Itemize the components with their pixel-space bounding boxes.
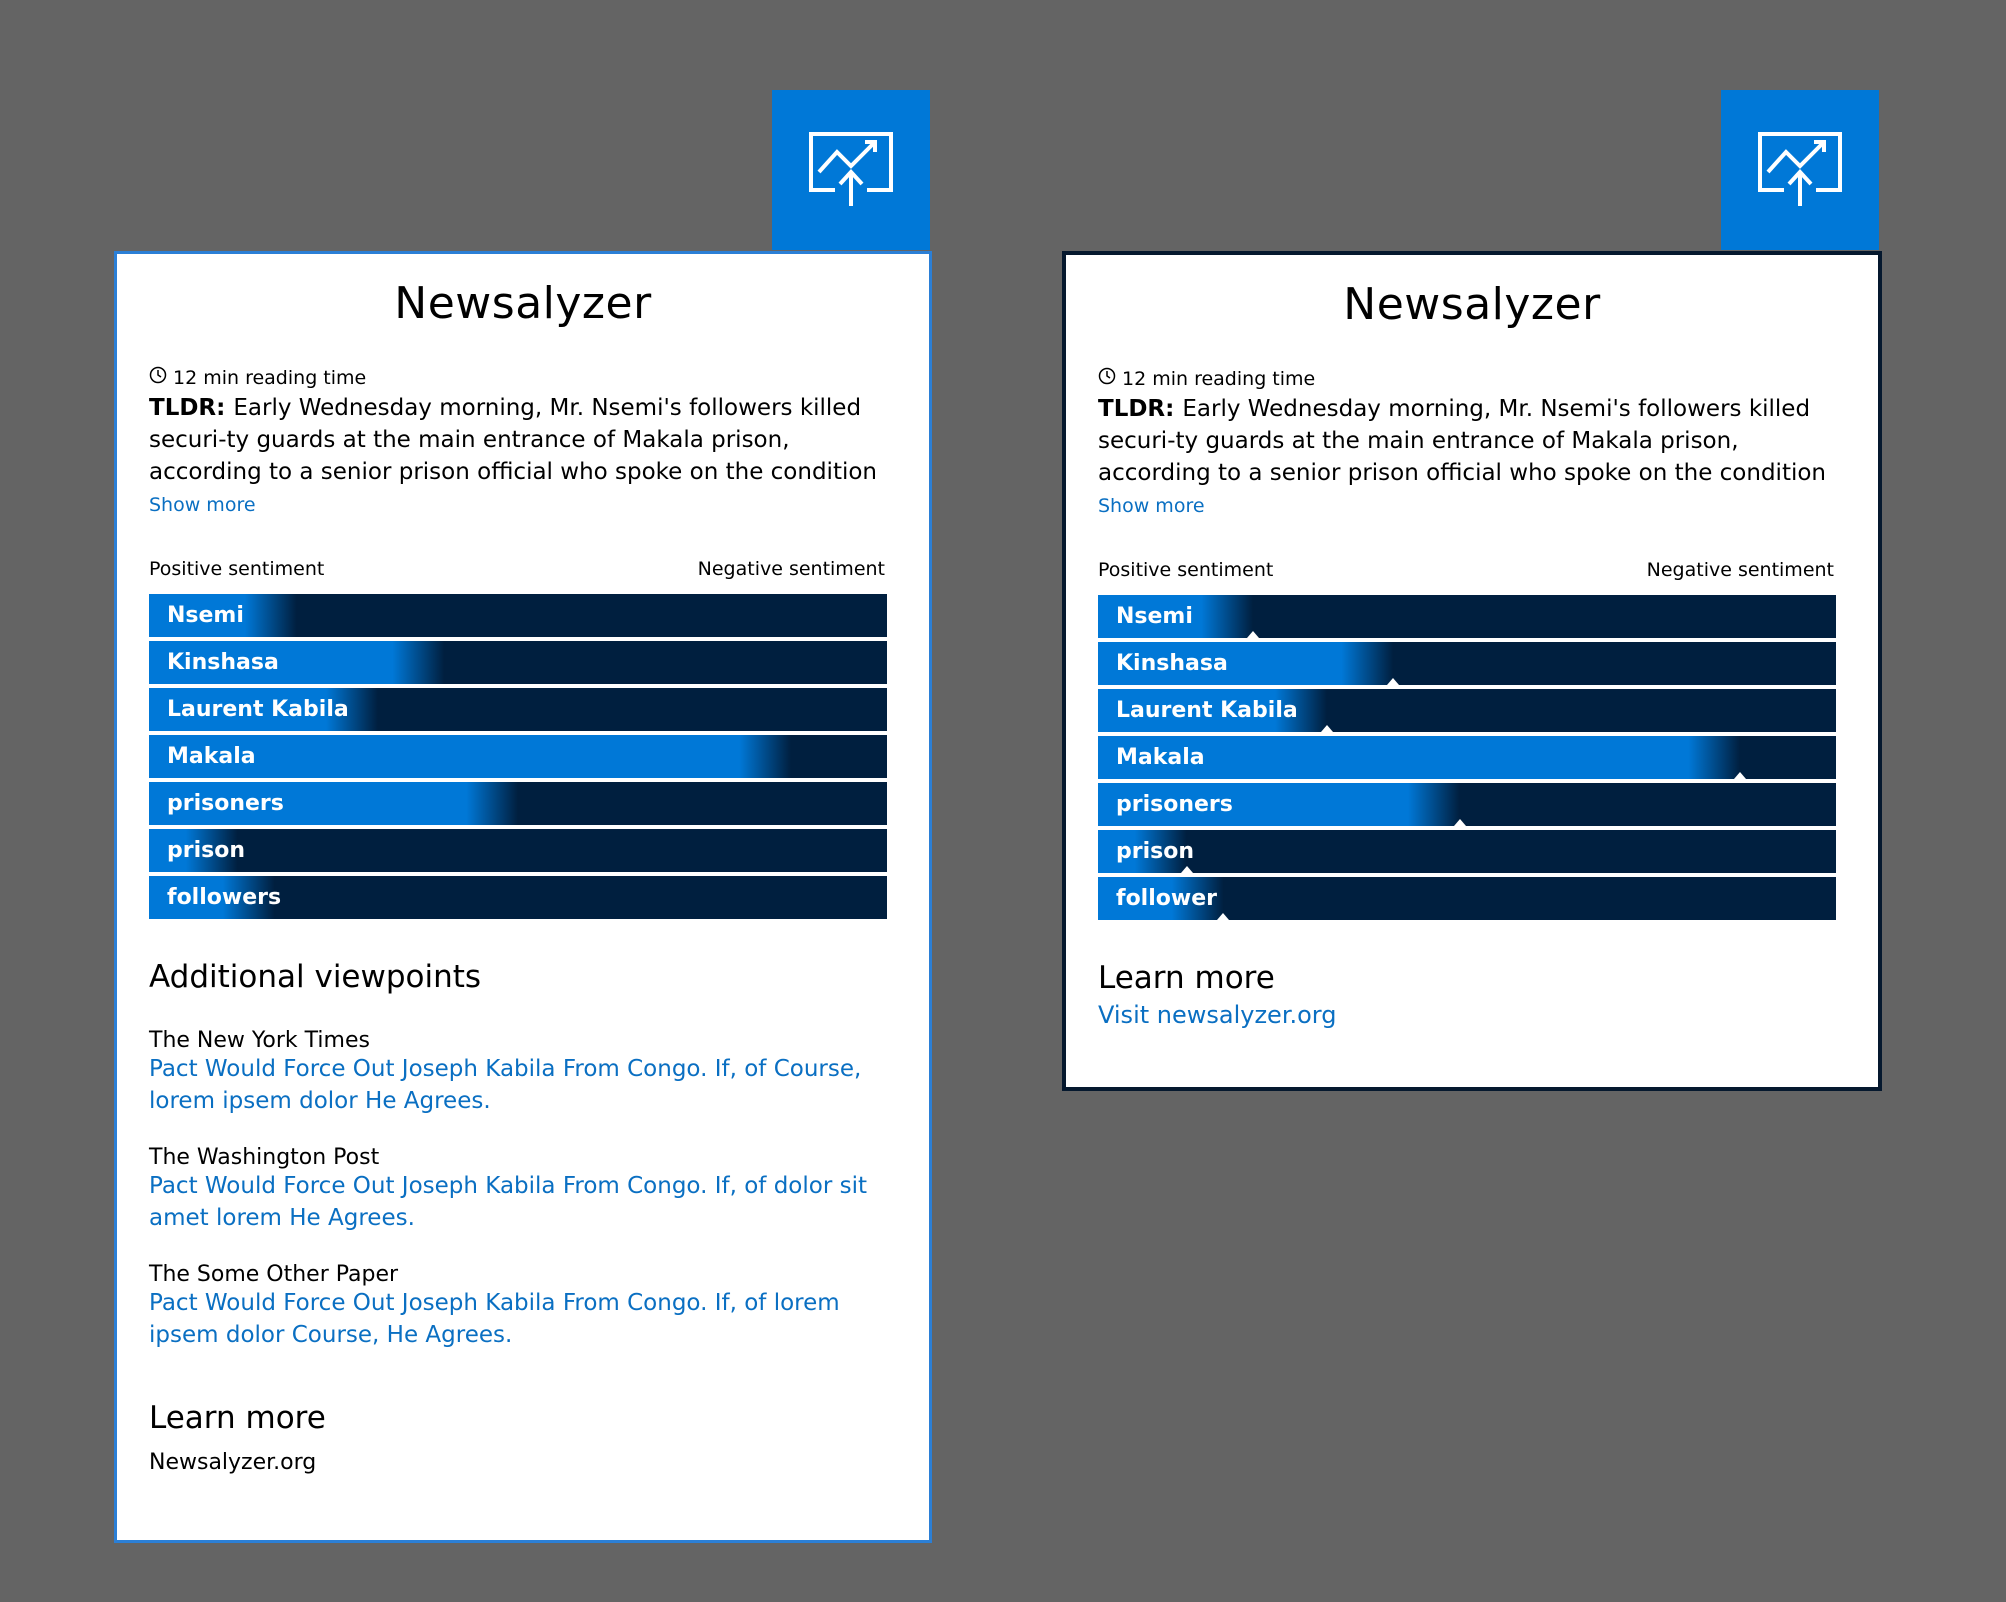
show-more-link[interactable]: Show more [1098, 495, 1205, 517]
sentiment-bars: Nsemi Kinshasa Laurent Kabila Makala prisone… [1098, 595, 1836, 924]
viewpoint-item: The Some Other Paper Pact Would Force Ou… [149, 1262, 909, 1351]
reading-time: 12 min reading time [149, 366, 366, 389]
sentiment-marker [1246, 631, 1259, 638]
viewpoint-headline-link[interactable]: Pact Would Force Out Joseph Kabila From … [149, 1287, 909, 1351]
sentiment-term: follower [1116, 886, 1217, 911]
chart-upload-icon [1756, 128, 1844, 212]
sentiment-fill [1098, 736, 1836, 779]
card-title: Newsalyzer [1343, 279, 1601, 330]
sentiment-term: Kinshasa [167, 650, 279, 675]
reading-time-text: 12 min reading time [173, 366, 367, 389]
learn-more-heading: Learn more [149, 1400, 326, 1436]
sentiment-fill [149, 594, 887, 637]
sentiment-bar-nsemi[interactable]: Nsemi [1098, 595, 1836, 638]
sentiment-fill [1098, 830, 1836, 873]
tldr-text: Early Wednesday morning, Mr. Nsemi's fol… [1098, 396, 1827, 486]
sentiment-term: prisoners [1116, 792, 1233, 817]
viewpoint-headline-link[interactable]: Pact Would Force Out Joseph Kabila From … [149, 1170, 909, 1234]
sentiment-bar-followers[interactable]: followers [149, 876, 887, 919]
positive-sentiment-label: Positive sentiment [149, 558, 325, 580]
tldr-label: TLDR: [1098, 396, 1175, 422]
sentiment-legend: Positive sentiment Negative sentiment [1098, 559, 1834, 581]
sentiment-bar-laurent-kabila[interactable]: Laurent Kabila [1098, 689, 1836, 732]
negative-sentiment-label: Negative sentiment [1646, 559, 1834, 581]
newsalyzer-card-compact: Newsalyzer 12 min reading time TLDR: Earl… [1062, 251, 1882, 1091]
viewpoint-source: The New York Times [149, 1028, 370, 1053]
sentiment-term: Nsemi [1116, 604, 1193, 629]
sentiment-marker [1180, 866, 1193, 873]
sentiment-bar-prison[interactable]: prison [149, 829, 887, 872]
newsalyzer-card-expanded: Newsalyzer 12 min reading time TLDR: Earl… [114, 251, 932, 1543]
reading-time-text: 12 min reading time [1122, 367, 1316, 390]
learn-more-text: Newsalyzer.org [149, 1450, 317, 1475]
clock-icon [149, 366, 167, 389]
sentiment-bar-nsemi[interactable]: Nsemi [149, 594, 887, 637]
sentiment-marker [1320, 725, 1333, 732]
viewpoint-source: The Washington Post [149, 1145, 380, 1170]
positive-sentiment-label: Positive sentiment [1098, 559, 1274, 581]
viewpoint-item: The New York Times Pact Would Force Out … [149, 1028, 909, 1117]
card-title: Newsalyzer [394, 278, 652, 329]
sentiment-legend: Positive sentiment Negative sentiment [149, 558, 885, 580]
sentiment-bar-prison[interactable]: prison [1098, 830, 1836, 873]
sentiment-fill [149, 735, 887, 778]
sentiment-bar-makala[interactable]: Makala [149, 735, 887, 778]
viewpoint-item: The Washington Post Pact Would Force Out… [149, 1145, 909, 1234]
clock-icon [1098, 367, 1116, 390]
reading-time: 12 min reading time [1098, 367, 1315, 390]
sentiment-fill [1098, 595, 1836, 638]
sentiment-marker [1387, 678, 1400, 685]
newsalyzer-badge[interactable] [1721, 90, 1879, 250]
viewpoint-headline-link[interactable]: Pact Would Force Out Joseph Kabila From … [149, 1053, 909, 1117]
tldr-text: Early Wednesday morning, Mr. Nsemi's fol… [149, 395, 878, 485]
negative-sentiment-label: Negative sentiment [697, 558, 885, 580]
sentiment-bar-kinshasa[interactable]: Kinshasa [1098, 642, 1836, 685]
sentiment-bar-prisoners[interactable]: prisoners [149, 782, 887, 825]
sentiment-term: Makala [167, 744, 256, 769]
sentiment-bar-makala[interactable]: Makala [1098, 736, 1836, 779]
chart-upload-icon [807, 128, 895, 212]
sentiment-term: Laurent Kabila [167, 697, 349, 722]
sentiment-bar-follower[interactable]: follower [1098, 877, 1836, 920]
newsalyzer-badge[interactable] [772, 90, 930, 250]
additional-viewpoints-heading: Additional viewpoints [149, 959, 482, 995]
sentiment-marker [1734, 772, 1747, 779]
show-more-link[interactable]: Show more [149, 494, 256, 516]
sentiment-bar-laurent-kabila[interactable]: Laurent Kabila [149, 688, 887, 731]
sentiment-term: Kinshasa [1116, 651, 1228, 676]
sentiment-bar-kinshasa[interactable]: Kinshasa [149, 641, 887, 684]
sentiment-term: Nsemi [167, 603, 244, 628]
viewpoint-source: The Some Other Paper [149, 1262, 399, 1287]
sentiment-term: followers [167, 885, 282, 910]
sentiment-term: prison [167, 838, 246, 863]
sentiment-term: prisoners [167, 791, 284, 816]
learn-more-heading: Learn more [1098, 960, 1275, 996]
sentiment-bar-prisoners[interactable]: prisoners [1098, 783, 1836, 826]
tldr-summary: TLDR: Early Wednesday morning, Mr. Nsemi'… [149, 392, 889, 488]
sentiment-fill [149, 829, 887, 872]
tldr-label: TLDR: [149, 395, 226, 421]
sentiment-term: Laurent Kabila [1116, 698, 1298, 723]
sentiment-term: Makala [1116, 745, 1205, 770]
tldr-summary: TLDR: Early Wednesday morning, Mr. Nsemi'… [1098, 393, 1838, 489]
sentiment-marker [1217, 913, 1230, 920]
visit-newsalyzer-link[interactable]: Visit newsalyzer.org [1098, 1001, 1336, 1029]
sentiment-marker [1453, 819, 1466, 826]
sentiment-bars: Nsemi Kinshasa Laurent Kabila Makala prisone… [149, 594, 887, 923]
